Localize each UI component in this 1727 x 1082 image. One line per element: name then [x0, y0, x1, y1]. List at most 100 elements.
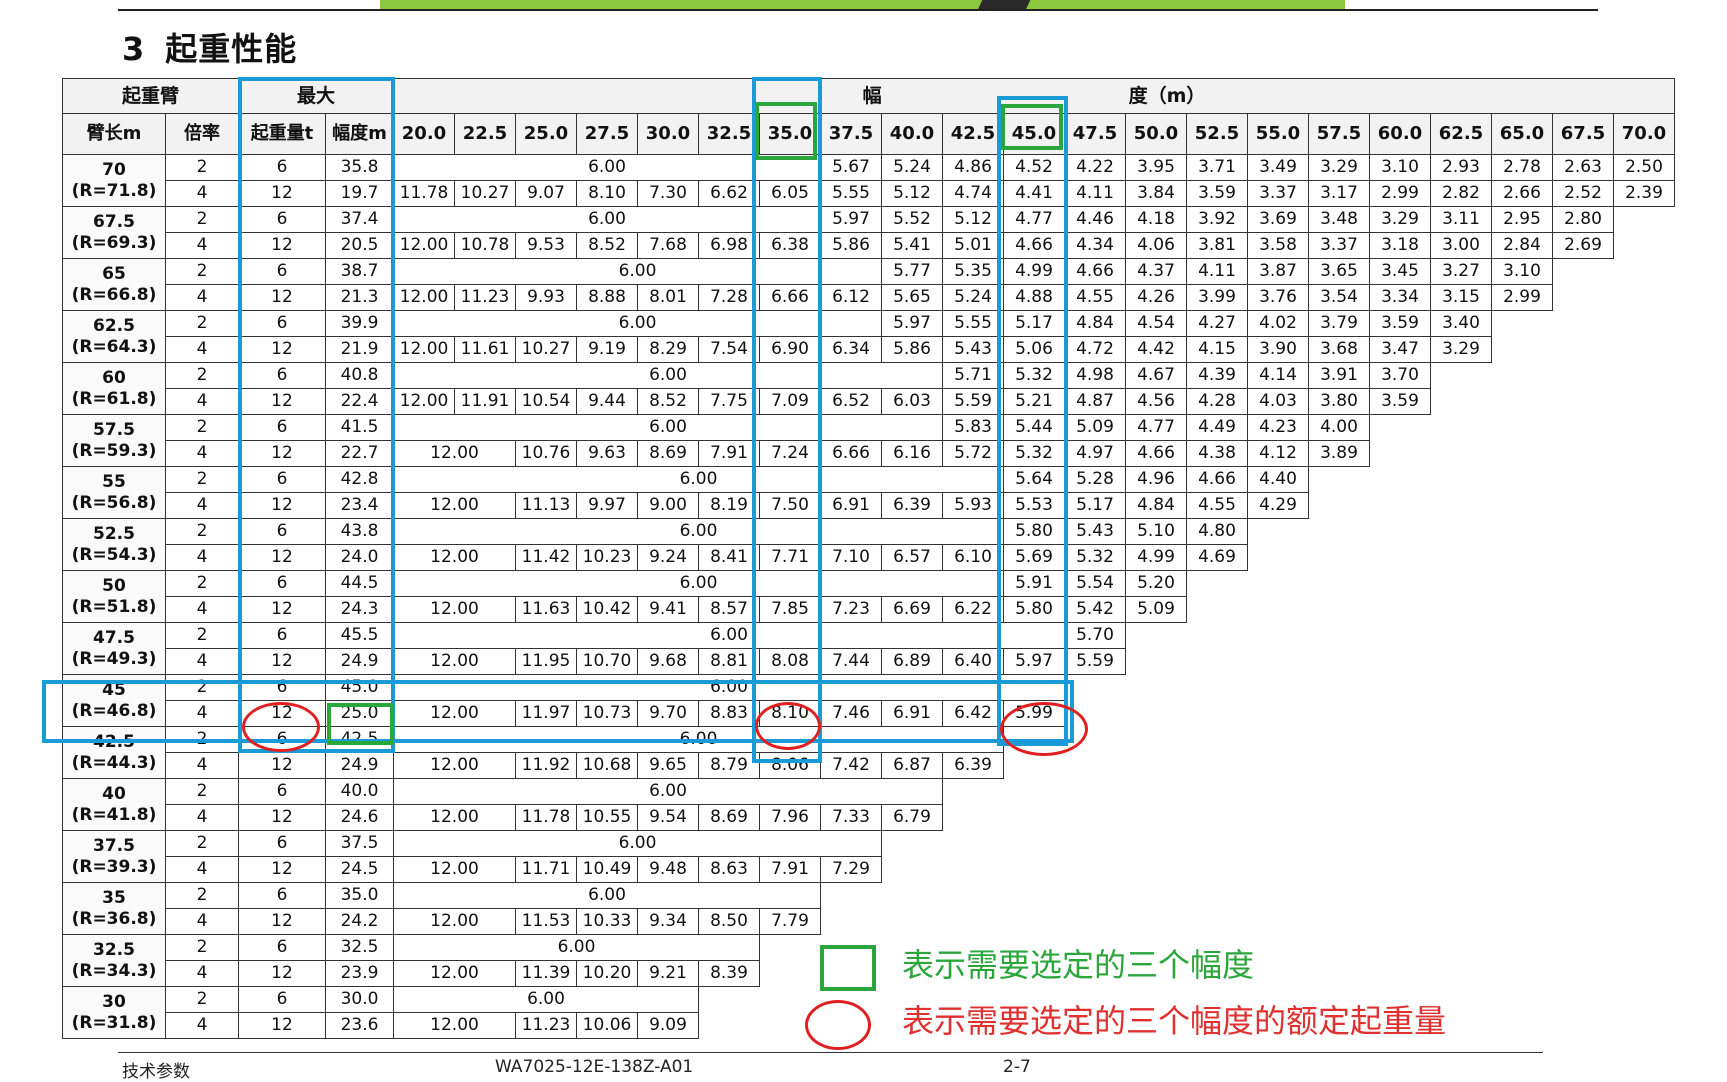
load-cell: 6.10 — [942, 544, 1004, 571]
load-cell: 6.57 — [881, 544, 943, 571]
empty-area — [1004, 753, 1675, 779]
load-cell: 3.80 — [1308, 388, 1370, 415]
empty-area — [1370, 441, 1675, 467]
header-row-1: 起重臂 最大 幅 度（m） — [62, 78, 1675, 114]
empty-area — [1431, 363, 1675, 389]
boom-length: 32.5 — [93, 940, 135, 961]
max-load-cell: 6 — [238, 674, 326, 701]
load-cell: 3.00 — [1430, 232, 1492, 259]
load-cell: 4.11 — [1186, 258, 1248, 285]
load-cell: 3.37 — [1247, 180, 1309, 207]
load-cell: 4.29 — [1247, 492, 1309, 519]
boom-radius-note: (R=64.3) — [71, 336, 157, 357]
radius-header-cell: 42.5 — [942, 113, 1004, 155]
boom-length: 47.5 — [93, 628, 135, 649]
footer-left: 技术参数 — [122, 1062, 190, 1082]
table-row: 32.5 (R=34.3) 2 6 32.5 6.00 — [62, 934, 1675, 987]
load-cell: 9.19 — [576, 336, 638, 363]
empty-area — [1004, 727, 1675, 753]
max-load-cell: 12 — [238, 440, 326, 467]
reeving-cell: 2 — [165, 154, 239, 181]
load-cell: 7.24 — [759, 440, 821, 467]
load-cell: 5.55 — [942, 310, 1004, 337]
radius-header-cell: 22.5 — [454, 113, 516, 155]
load-cell: 7.75 — [698, 388, 760, 415]
table-row: 70 (R=71.8) 2 6 35.8 6.00 5.67 5.24 4.86 4.52 4.22… — [62, 154, 1675, 207]
radius-header-cell: 60.0 — [1369, 113, 1431, 155]
load-cell: 2.84 — [1491, 232, 1553, 259]
max-radius-cell: 40.8 — [325, 362, 394, 389]
load-cell: 10.49 — [576, 856, 638, 883]
load-cell: 12.00 — [393, 908, 516, 935]
radius-header-cell: 35.0 — [759, 113, 821, 155]
load-cell: 4.02 — [1247, 310, 1309, 337]
max-radius-cell: 45.0 — [325, 674, 394, 701]
max-load-cell: 12 — [238, 596, 326, 623]
max-radius-cell: 24.6 — [325, 804, 394, 831]
load-cell: 3.54 — [1308, 284, 1370, 311]
load-cell: 4.46 — [1064, 206, 1126, 233]
top-banner — [380, 0, 1345, 9]
load-cell: 3.59 — [1186, 180, 1248, 207]
max-radius-cell: 37.4 — [325, 206, 394, 233]
boom-radius-note: (R=44.3) — [71, 752, 157, 773]
legend-green-text: 表示需要选定的三个幅度 — [902, 946, 1255, 984]
load-cell: 9.54 — [637, 804, 699, 831]
max-load-cell: 12 — [238, 960, 326, 987]
load-cell: 3.95 — [1125, 154, 1187, 181]
load-cell: 7.50 — [759, 492, 821, 519]
load-cell: 3.89 — [1308, 440, 1370, 467]
header-cell: 起重量t — [238, 113, 326, 155]
boom-radius-note: (R=36.8) — [71, 908, 157, 929]
load-cell: 12.00 — [393, 492, 516, 519]
load-cell: 4.99 — [1125, 544, 1187, 571]
max-radius-cell: 41.5 — [325, 414, 394, 441]
load-cell: 4.66 — [1064, 258, 1126, 285]
load-cell: 3.18 — [1369, 232, 1431, 259]
load-cell: 9.00 — [637, 492, 699, 519]
empty-area — [1065, 701, 1675, 727]
empty-area — [943, 805, 1675, 831]
load-cell: 11.61 — [454, 336, 516, 363]
max-radius-cell: 43.8 — [325, 518, 394, 545]
empty-area — [1126, 623, 1675, 649]
load-cell: 5.24 — [881, 154, 943, 181]
boom-length: 35 — [102, 888, 126, 909]
table-row: 60 (R=61.8) 2 6 40.8 6.00 5.71 5.32 4.98 4.67 4.39… — [62, 362, 1675, 415]
load-cell: 6.16 — [881, 440, 943, 467]
table-row: 4 12 24.9 12.00 11.92 10.68 9.65 8.79 8.06 7.42 6.… — [63, 752, 1675, 779]
header-cell: 幅度m — [325, 113, 394, 155]
empty-area — [821, 909, 1675, 935]
section-title-text: 起重性能 — [165, 30, 298, 68]
max-load-cell: 6 — [238, 518, 326, 545]
reeving-cell: 2 — [165, 362, 239, 389]
table-row: 4 12 24.6 12.00 11.78 10.55 9.54 8.69 7.96 7.33 6.… — [63, 804, 1675, 831]
boom-length-cell: 30 (R=31.8) — [62, 986, 166, 1039]
load-cell: 5.93 — [942, 492, 1004, 519]
boom-length-cell: 57.5 (R=59.3) — [62, 414, 166, 467]
radius-header-cell: 50.0 — [1125, 113, 1187, 155]
load-cell: 4.87 — [1064, 388, 1126, 415]
reeving-cell: 4 — [165, 232, 239, 259]
load-cell: 4.22 — [1064, 154, 1126, 181]
load-cell: 7.33 — [820, 804, 882, 831]
load-cell: 6.42 — [942, 700, 1004, 727]
max-load-cell: 6 — [238, 622, 326, 649]
max-load-cell: 6 — [238, 830, 326, 857]
empty-area — [1248, 519, 1675, 545]
load-cell: 6.34 — [820, 336, 882, 363]
load-cell: 4.49 — [1186, 414, 1248, 441]
load-cell: 6.00 — [393, 310, 882, 337]
load-cell: 6.05 — [759, 180, 821, 207]
boom-radius-note: (R=49.3) — [71, 648, 157, 669]
reeving-cell: 4 — [165, 336, 239, 363]
empty-area — [1553, 285, 1675, 311]
load-cell: 6.00 — [393, 934, 760, 961]
load-cell: 3.69 — [1247, 206, 1309, 233]
table-row: 50 (R=51.8) 2 6 44.5 6.00 5.91 5.54 5.20 — [62, 570, 1675, 623]
load-cell: 12.00 — [393, 544, 516, 571]
radius-header-cell: 32.5 — [698, 113, 760, 155]
load-cell: 6.00 — [393, 726, 1004, 753]
load-cell: 8.08 — [759, 648, 821, 675]
empty-area — [1309, 467, 1675, 493]
